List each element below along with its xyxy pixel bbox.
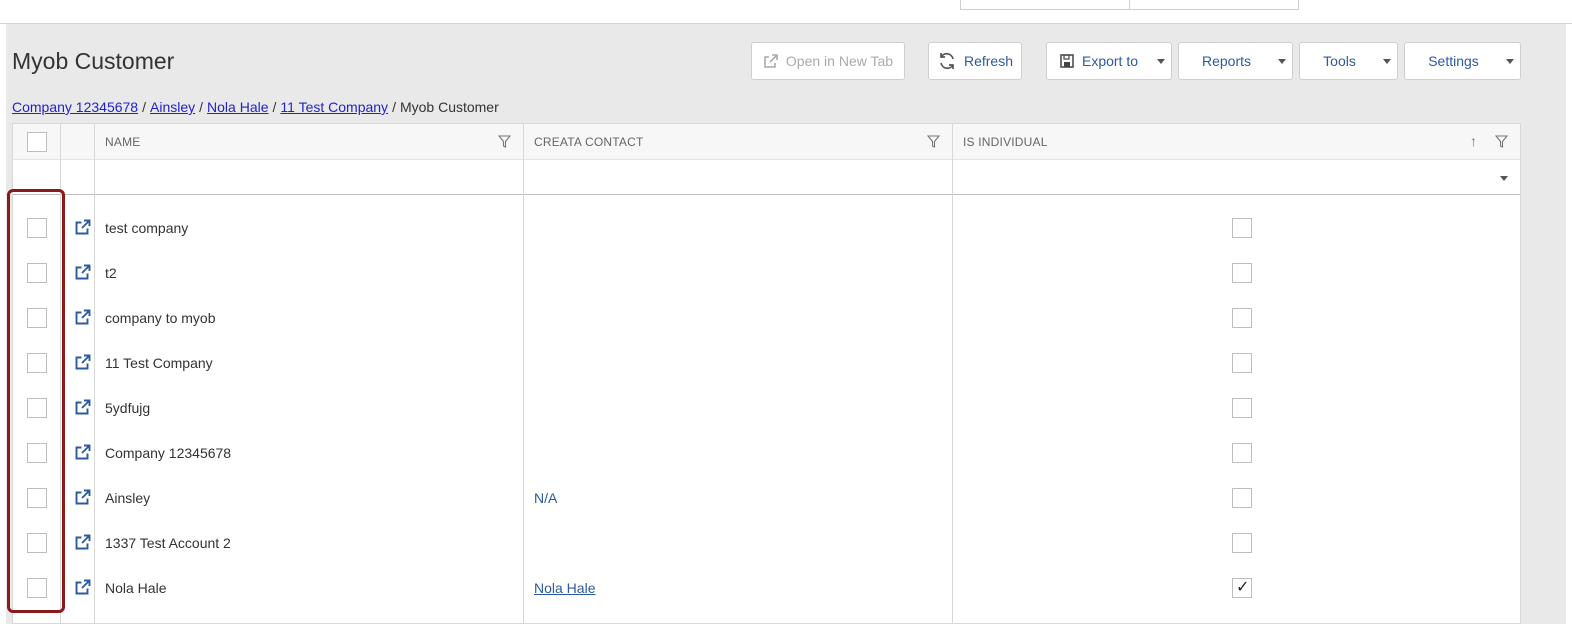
grid-header: NAME CREATA CONTACT IS INDIVIDUAL ↑ xyxy=(13,124,1520,160)
chevron-down-icon xyxy=(1506,59,1514,64)
chevron-down-icon[interactable] xyxy=(1500,176,1508,181)
content-panel: Myob Customer Open in New Tab Refresh Ex… xyxy=(6,24,1566,624)
row-select-checkbox[interactable] xyxy=(27,353,47,373)
breadcrumb: Company 12345678/Ainsley / Nola Hale/11 Te… xyxy=(12,99,499,115)
breadcrumb-current: Myob Customer xyxy=(399,99,499,115)
external-link-icon[interactable] xyxy=(75,444,91,463)
table-row[interactable]: t2 xyxy=(13,251,1520,296)
top-field-right[interactable] xyxy=(1129,0,1299,10)
cell-name: t2 xyxy=(105,265,117,281)
row-select-checkbox[interactable] xyxy=(27,263,47,283)
row-select-checkbox[interactable] xyxy=(27,488,47,508)
tools-label: Tools xyxy=(1323,53,1356,69)
external-link-icon[interactable] xyxy=(75,579,91,598)
is-individual-checkbox[interactable] xyxy=(1232,308,1252,328)
breadcrumb-separator: / xyxy=(272,99,277,115)
cell-name: test company xyxy=(105,220,189,236)
table-row[interactable]: test company xyxy=(13,206,1520,251)
row-select-checkbox[interactable] xyxy=(27,443,47,463)
is-individual-checkbox[interactable] xyxy=(1232,218,1252,238)
breadcrumb-link-company[interactable]: Company 12345678 xyxy=(12,99,138,115)
is-individual-checkbox[interactable] xyxy=(1232,443,1252,463)
is-individual-checkbox[interactable] xyxy=(1232,488,1252,508)
external-link-icon[interactable] xyxy=(75,534,91,553)
tools-button[interactable]: Tools xyxy=(1299,42,1398,80)
reports-label: Reports xyxy=(1201,53,1252,69)
export-dropdown-button[interactable] xyxy=(1150,42,1172,80)
external-link-icon xyxy=(763,53,779,69)
data-grid: NAME CREATA CONTACT IS INDIVIDUAL ↑ test… xyxy=(12,123,1521,624)
refresh-label: Refresh xyxy=(963,53,1014,69)
filter-icon[interactable] xyxy=(497,135,512,151)
select-all-checkbox[interactable] xyxy=(27,132,47,152)
filter-icon[interactable] xyxy=(926,135,941,151)
filter-icon[interactable] xyxy=(1494,135,1509,151)
export-button[interactable]: Export to xyxy=(1046,42,1151,80)
top-field-left[interactable] xyxy=(960,0,1130,10)
row-select-checkbox[interactable] xyxy=(27,398,47,418)
breadcrumb-separator: / xyxy=(142,99,146,115)
table-row[interactable]: Ainsley N/A xyxy=(13,476,1520,521)
external-link-icon[interactable] xyxy=(75,309,91,328)
table-row[interactable]: 11 Test Company xyxy=(13,341,1520,386)
breadcrumb-link-nola-hale[interactable]: Nola Hale xyxy=(207,99,268,115)
cell-name: 5ydfujg xyxy=(105,400,151,416)
chevron-down-icon xyxy=(1278,59,1286,64)
external-link-icon[interactable] xyxy=(75,489,91,508)
table-row[interactable]: company to myob xyxy=(13,296,1520,341)
external-link-icon[interactable] xyxy=(75,354,91,373)
breadcrumb-link-ainsley[interactable]: Ainsley xyxy=(150,99,195,115)
table-row[interactable]: 1337 Test Account 2 xyxy=(13,521,1520,566)
cell-name: company to myob xyxy=(105,310,216,326)
cell-name: Ainsley xyxy=(105,490,151,506)
breadcrumb-link-test-company[interactable]: 11 Test Company xyxy=(280,99,388,115)
chevron-down-icon xyxy=(1383,59,1391,64)
open-in-new-tab-button[interactable]: Open in New Tab xyxy=(751,42,905,80)
row-select-checkbox[interactable] xyxy=(27,218,47,238)
top-bar xyxy=(0,0,1572,24)
checkmark-icon: ✓ xyxy=(1236,579,1250,596)
page-title: Myob Customer xyxy=(12,48,175,74)
breadcrumb-separator: / xyxy=(199,99,204,115)
reports-button[interactable]: Reports xyxy=(1178,42,1293,80)
refresh-icon xyxy=(937,51,957,71)
table-row[interactable]: 5ydfujg xyxy=(13,386,1520,431)
external-link-icon[interactable] xyxy=(75,219,91,238)
settings-button[interactable]: Settings xyxy=(1404,42,1521,80)
is-individual-checkbox[interactable] xyxy=(1232,533,1252,553)
row-select-checkbox[interactable] xyxy=(27,533,47,553)
settings-label: Settings xyxy=(1428,53,1479,69)
cell-creata-contact: N/A xyxy=(534,490,558,506)
row-select-checkbox[interactable] xyxy=(27,308,47,328)
is-individual-checkbox[interactable] xyxy=(1232,263,1252,283)
cell-creata-contact[interactable]: Nola Hale xyxy=(534,580,595,596)
table-row[interactable]: Nola Hale Nola Hale ✓ xyxy=(13,566,1520,611)
open-in-new-tab-label: Open in New Tab xyxy=(785,53,894,69)
is-individual-checkbox[interactable] xyxy=(1232,398,1252,418)
external-link-icon[interactable] xyxy=(75,399,91,418)
cell-name: 1337 Test Account 2 xyxy=(105,535,231,551)
cell-name: Nola Hale xyxy=(105,580,167,596)
cell-name: Company 12345678 xyxy=(105,445,232,461)
is-individual-checkbox[interactable]: ✓ xyxy=(1232,578,1252,598)
arrow-up-icon[interactable]: ↑ xyxy=(1470,134,1477,148)
row-select-checkbox[interactable] xyxy=(27,578,47,598)
breadcrumb-separator: / xyxy=(392,99,396,115)
refresh-button[interactable]: Refresh xyxy=(928,42,1022,80)
column-header-is-individual[interactable]: IS INDIVIDUAL xyxy=(963,135,1048,149)
table-row[interactable]: Company 12345678 xyxy=(13,431,1520,476)
cell-name: 11 Test Company xyxy=(105,355,213,371)
is-individual-checkbox[interactable] xyxy=(1232,353,1252,373)
column-header-creata-contact[interactable]: CREATA CONTACT xyxy=(534,135,643,149)
external-link-icon[interactable] xyxy=(75,264,91,283)
save-icon xyxy=(1059,53,1075,69)
export-label: Export to xyxy=(1081,53,1139,69)
filter-row xyxy=(13,160,1520,195)
column-header-name[interactable]: NAME xyxy=(105,135,140,149)
